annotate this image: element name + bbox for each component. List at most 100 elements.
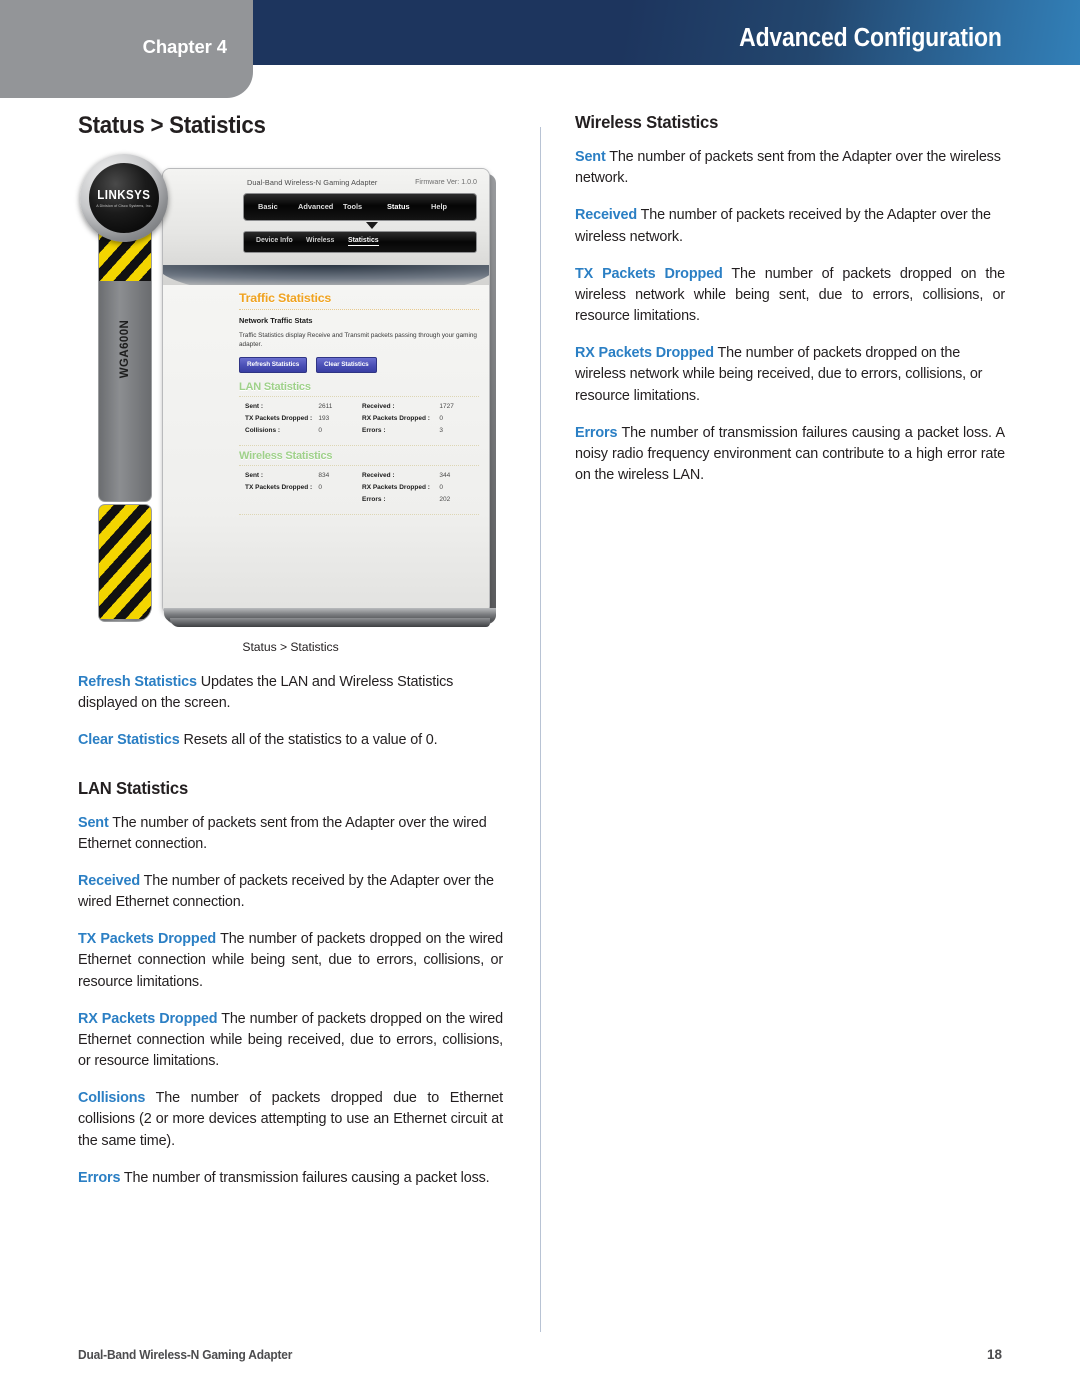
footer-page-number: 18 [986,1347,1002,1362]
page-header-title: Advanced Configuration [739,24,1002,52]
lan-row2-value1: 0 [318,426,322,434]
term-wl-sent: Sent [575,149,606,165]
nav-item-help[interactable]: Help [431,202,447,211]
nav-item-status[interactable]: Status [387,202,410,211]
ui-navbar[interactable]: Basic Advanced Tools Status Help [243,193,477,221]
tab-device-info[interactable]: Device Info [256,237,293,244]
paragraph-wl-rx-dropped: RX Packets Dropped The number of packets… [575,343,1005,407]
ui-tabbar[interactable]: Device Info Wireless Statistics [243,231,477,253]
lan-row0-label1: Sent : [245,402,264,410]
lan-row2-label2: Errors : [362,426,386,434]
lan-statistics-section-title: LAN Statistics [239,380,311,393]
wl-row0-label1: Sent : [245,471,264,479]
text-lan-errors: The number of transmission failures caus… [123,1169,490,1186]
linksys-logo-knob: LINKSYS A Division of Cisco Systems, Inc… [80,154,168,242]
device-side-upper: WGA600N [98,222,152,502]
panel-description: Traffic Statistics display Receive and T… [239,332,477,349]
lan-row0-value2: 1727 [439,402,454,410]
paragraph-wl-tx-dropped: TX Packets Dropped The number of packets… [575,264,1005,328]
text-wl-sent: The number of packets sent from the Adap… [575,149,1001,187]
table-row: Errors : 202 [239,496,479,503]
term-lan-collisions: Collisions [78,1090,146,1107]
lan-row1-label1: TX Packets Dropped : [245,414,313,422]
lan-statistics-heading: LAN Statistics [78,777,189,798]
clear-statistics-button[interactable]: Clear Statistics [316,356,377,373]
page-title: Status > Statistics [78,112,266,139]
paragraph-clear-statistics: Clear Statistics Resets all of the stati… [78,730,503,751]
wl-row0-value2: 344 [439,471,451,479]
panel-divider [239,309,479,310]
device-top-bezel: Dual-Band Wireless-N Gaming Adapter Firm… [163,169,489,299]
chapter-label: Chapter 4 [142,36,228,57]
figure-status-statistics: Dual-Band Wireless-N Gaming Adapter Firm… [78,154,503,636]
wl-row2-label2: Errors : [362,495,386,503]
nav-item-tools[interactable]: Tools [343,202,362,211]
term-lan-received: Received [78,872,140,889]
column-divider [540,127,541,1332]
wl-row0-label2: Received : [362,471,395,479]
lan-row1-label2: RX Packets Dropped : [362,414,430,422]
panel-button-row: Refresh Statistics Clear Statistics [239,356,479,373]
wl-row1-label1: TX Packets Dropped : [245,483,313,491]
brand-tagline: A Division of Cisco Systems, Inc. [96,204,152,208]
term-wl-rx-dropped: RX Packets Dropped [575,345,714,362]
text-clear-statistics: Resets all of the statistics to a value … [183,732,438,749]
paragraph-lan-rx-dropped: RX Packets Dropped The number of packets… [78,1009,503,1073]
term-wl-received: Received [575,207,637,224]
paragraph-wl-received: Received The number of packets received … [575,205,1005,247]
term-lan-sent: Sent [78,814,109,831]
tab-wireless[interactable]: Wireless [306,237,334,244]
lan-row0-label2: Received : [362,402,395,410]
panel-title: Traffic Statistics [239,291,332,305]
footer-product-name: Dual-Band Wireless-N Gaming Adapter [78,1348,293,1362]
wl-row0-value1: 834 [318,471,330,479]
term-refresh-statistics: Refresh Statistics [78,674,197,690]
nav-item-basic[interactable]: Basic [258,202,278,211]
term-lan-rx-dropped: RX Packets Dropped [78,1010,218,1027]
term-clear-statistics: Clear Statistics [78,732,180,749]
lan-row0-value1: 2611 [318,402,333,410]
device-content-panel: Traffic Statistics Network Traffic Stats… [163,285,489,613]
text-wl-received: The number of packets received by the Ad… [575,207,991,245]
brand-name: LINKSYS [97,188,151,202]
panel-subtitle: Network Traffic Stats [239,316,313,325]
text-wl-errors: The number of transmission failures caus… [575,424,1005,484]
left-column: Status > Statistics Dual-Band Wireless-N… [78,112,503,1205]
lan-row1-value1: 193 [318,414,330,422]
figure-caption: Status > Statistics [242,640,339,654]
chapter-tab: Chapter 4 [0,0,253,98]
paragraph-lan-errors: Errors The number of transmission failur… [78,1168,503,1189]
traffic-statistics-panel: Traffic Statistics Network Traffic Stats… [239,291,479,519]
device-side-lower [98,504,152,622]
term-wl-errors: Errors [575,424,618,441]
device-model-label: WGA600N [119,319,131,379]
wireless-statistics-heading: Wireless Statistics [575,112,719,132]
text-lan-received: The number of packets received by the Ad… [78,872,494,911]
paragraph-lan-tx-dropped: TX Packets Dropped The number of packets… [78,929,503,993]
device-base-foot [170,618,490,627]
hazard-stripe-lower [99,505,151,619]
paragraph-wl-sent: Sent The number of packets sent from the… [575,147,1005,189]
linksys-logo-inner: LINKSYS A Division of Cisco Systems, Inc… [89,163,159,233]
term-lan-errors: Errors [78,1169,121,1186]
wl-row1-label2: RX Packets Dropped : [362,483,430,491]
caret-down-icon [366,222,378,229]
wl-row1-value1: 0 [318,483,322,491]
wl-row1-value2: 0 [439,483,443,491]
term-wl-tx-dropped: TX Packets Dropped [575,265,723,282]
wireless-statistics-section-title: Wireless Statistics [239,449,333,462]
ui-firmware-version: Firmware Ver: 1.0.0 [415,178,477,186]
tab-statistics[interactable]: Statistics [348,237,379,246]
text-lan-sent: The number of packets sent from the Adap… [78,814,487,852]
device-screenshot: Dual-Band Wireless-N Gaming Adapter Firm… [162,168,490,614]
paragraph-lan-received: Received The number of packets received … [78,871,503,913]
table-row: TX Packets Dropped : 0 RX Packets Droppe… [239,484,479,491]
ui-product-title: Dual-Band Wireless-N Gaming Adapter [247,178,378,187]
refresh-statistics-button[interactable]: Refresh Statistics [239,356,308,373]
table-row: Collisions : 0 Errors : 3 [239,427,479,434]
term-lan-tx-dropped: TX Packets Dropped [78,931,217,948]
lan-row2-value2: 3 [439,426,443,434]
nav-item-advanced[interactable]: Advanced [298,202,333,211]
paragraph-lan-sent: Sent The number of packets sent from the… [78,813,503,855]
right-column: Wireless Statistics Sent The number of p… [575,112,1005,502]
